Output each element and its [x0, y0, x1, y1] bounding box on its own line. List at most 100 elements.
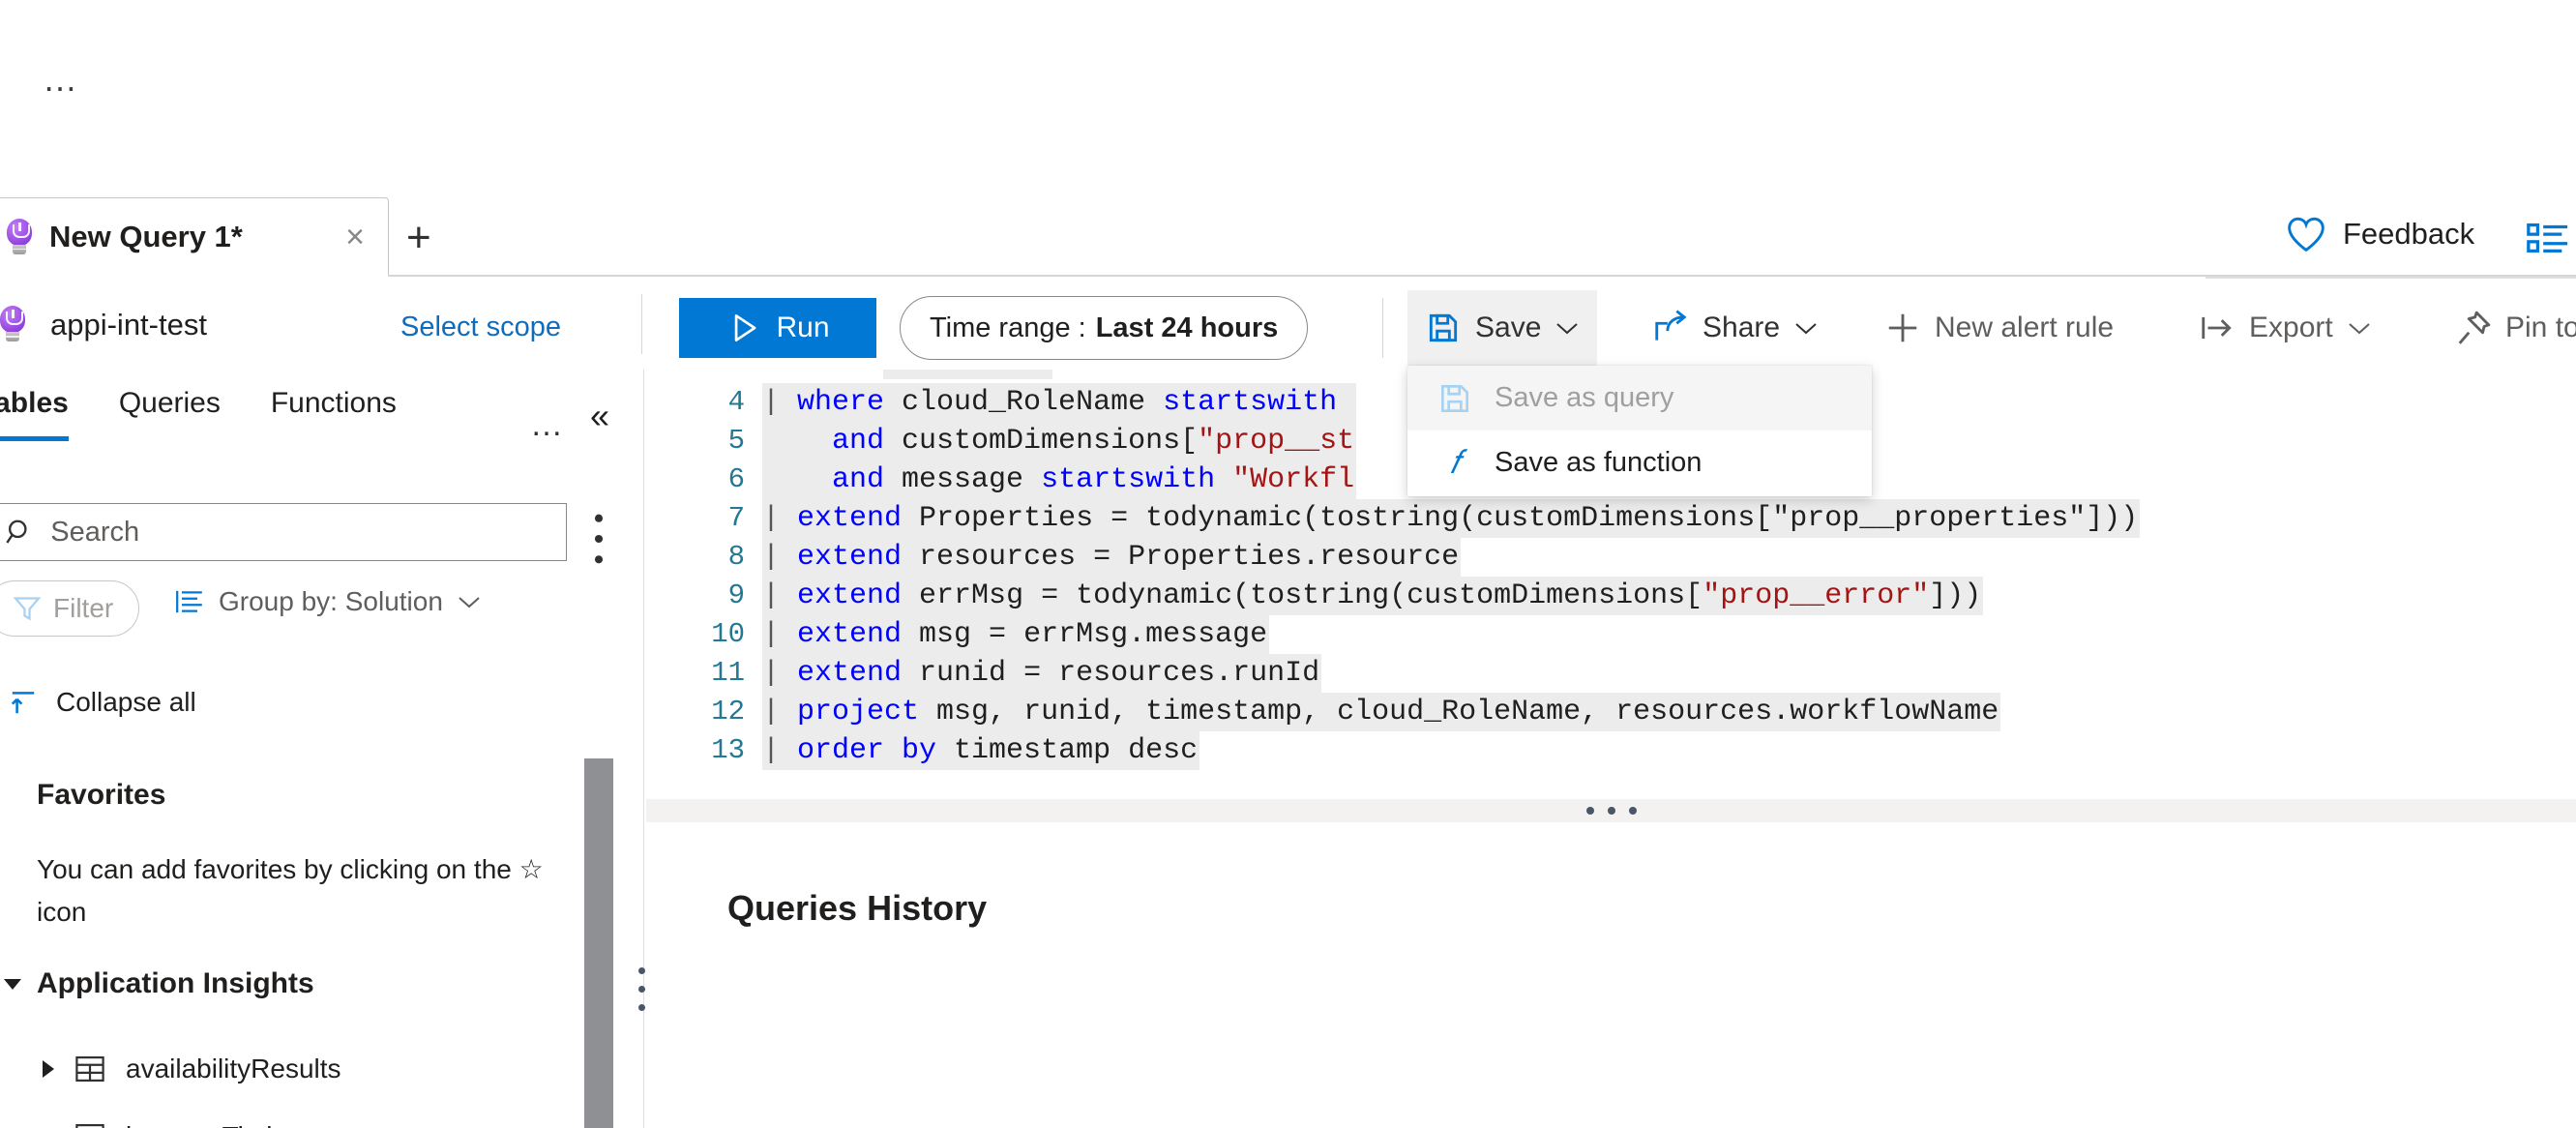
new-alert-rule-label: New alert rule [1935, 312, 2115, 343]
search-box[interactable] [0, 503, 567, 561]
app-insights-bulb-icon [5, 218, 34, 255]
code-text: | project msg, runid, timestamp, cloud_R… [762, 693, 2001, 731]
group-list-icon [176, 590, 202, 613]
function-f-icon: 𝑓 [1449, 444, 1461, 481]
line-number: 5 [727, 425, 745, 457]
left-pane-tab-functions-label: Functions [270, 387, 397, 419]
chevron-down-icon [4, 978, 21, 990]
left-pane-tab-tables[interactable]: Tables [0, 387, 94, 441]
scope-resource-name: appi-int-test [50, 308, 207, 341]
plus-icon [1888, 313, 1917, 342]
left-pane-tab-queries-label: Queries [118, 387, 221, 419]
close-icon[interactable]: × [336, 215, 374, 259]
code-line[interactable]: 12 | project msg, runid, timestamp, cloud… [646, 693, 2001, 731]
feedback-label: Feedback [2343, 217, 2475, 251]
export-button-label: Export [2249, 312, 2333, 343]
overflow-menu-ellipsis[interactable]: … [43, 62, 80, 97]
share-icon [1655, 310, 1687, 341]
menu-item-save-as-query-label: Save as query [1495, 382, 1674, 413]
query-tab-label: New Query 1* [49, 219, 243, 253]
feedback-button[interactable]: Feedback [2285, 215, 2474, 253]
horizontal-splitter-handle[interactable] [646, 799, 2576, 822]
left-pane-tab-functions[interactable]: Functions [246, 387, 422, 420]
code-text: and message startswith "Workfl [762, 460, 1357, 499]
run-button-label: Run [776, 312, 830, 343]
code-text: | extend msg = errMsg.message [762, 615, 1270, 654]
left-pane-tab-tables-label: Tables [0, 387, 69, 419]
code-text: | where cloud_RoleName startswith [762, 383, 1357, 422]
save-button-label: Save [1475, 312, 1542, 343]
query-tab-new-query-1[interactable]: New Query 1* × [0, 197, 389, 277]
export-button[interactable]: Export [2181, 290, 2389, 366]
heart-icon [2288, 217, 2324, 252]
play-icon [735, 313, 756, 342]
collapse-all-icon [11, 692, 35, 714]
line-number: 7 [727, 502, 745, 534]
code-line[interactable]: 10 | extend msg = errMsg.message [646, 615, 1270, 654]
share-button-label: Share [1703, 312, 1781, 343]
pin-to-button-label: Pin to [2505, 312, 2576, 343]
collapse-all-button[interactable]: Collapse all [8, 687, 196, 718]
code-line[interactable]: 13 | order by timestamp desc [646, 731, 1200, 770]
save-button[interactable]: Save [1407, 290, 1598, 366]
table-row[interactable]: browserTimings [43, 1120, 316, 1128]
save-dropdown-menu[interactable]: Save as query 𝑓 Save as function [1407, 366, 1872, 496]
search-input[interactable] [50, 516, 566, 549]
line-number: 8 [727, 541, 745, 573]
code-line[interactable]: 9 | extend errMsg = todynamic(tostring(cu… [646, 577, 1984, 615]
code-line[interactable]: 6 and message startswith "Workfl [646, 460, 1357, 499]
schema-group-application-insights[interactable]: Application Insights [4, 967, 314, 1000]
header-divider [2206, 277, 2576, 279]
code-text: | extend errMsg = todynamic(tostring(cus… [762, 577, 1984, 615]
line-number: 12 [711, 696, 745, 727]
search-more-kebab-icon[interactable] [588, 511, 609, 572]
schema-group-label: Application Insights [37, 967, 314, 999]
chevron-down-icon [2349, 323, 2370, 335]
time-range-value: Last 24 hours [1095, 312, 1279, 343]
filter-button[interactable]: Filter [0, 580, 140, 637]
add-tab-icon[interactable]: + [406, 217, 431, 259]
group-by-dropdown[interactable]: Group by: Solution [174, 586, 482, 617]
vertical-splitter-handle[interactable] [638, 967, 645, 1011]
code-line[interactable]: 8 | extend resources = Properties.resourc… [646, 538, 1462, 577]
chevron-down-icon [1795, 323, 1817, 335]
line-number: 10 [711, 618, 745, 650]
chevron-down-icon [1556, 323, 1579, 335]
table-icon [75, 1123, 104, 1128]
queries-history-title: Queries History [727, 888, 988, 928]
chevron-down-icon [459, 597, 480, 609]
left-pane-tab-queries[interactable]: Queries [94, 387, 246, 420]
toolbar-divider-2 [1382, 298, 1383, 358]
save-disk-icon [1429, 313, 1458, 342]
chevron-right-icon [43, 1060, 54, 1078]
share-button[interactable]: Share [1635, 290, 1836, 366]
list-view-icon[interactable] [2525, 219, 2569, 262]
new-alert-rule-button[interactable]: New alert rule [1867, 290, 2131, 366]
code-line[interactable]: 11 | extend runid = resources.runId [646, 654, 1322, 693]
queries-history-pane: Queries History [646, 822, 2576, 1128]
save-disk-icon [1440, 384, 1469, 412]
code-line[interactable]: 5 and customDimensions["prop__st [646, 422, 1357, 460]
azure-log-analytics-window: … New Query 1* × + appi-int-test Select … [0, 0, 2576, 1128]
search-icon [6, 519, 27, 544]
line-number: 11 [711, 657, 745, 689]
schema-left-pane [0, 370, 644, 1128]
code-line[interactable]: 7 | extend Properties = todynamic(tostrin… [646, 499, 2141, 538]
select-scope-link[interactable]: Select scope [400, 312, 561, 343]
collapse-pane-icon[interactable]: « [590, 399, 609, 433]
favorites-empty-message: You can add favorites by clicking on the… [37, 854, 544, 927]
time-range-picker[interactable]: Time range : Last 24 hours [900, 296, 1309, 360]
menu-item-save-as-function[interactable]: 𝑓 Save as function [1407, 430, 1872, 495]
code-text: and customDimensions["prop__st [762, 422, 1357, 460]
code-line[interactable]: 4 | where cloud_RoleName startswith [646, 383, 1357, 422]
pin-to-button[interactable]: Pin to [2438, 290, 2576, 366]
table-row[interactable]: availabilityResults [43, 1053, 341, 1085]
line-number: 6 [727, 463, 745, 495]
favorites-heading: Favorites [37, 779, 166, 811]
line-number: 9 [727, 579, 745, 611]
run-button[interactable]: Run [679, 298, 876, 358]
left-pane-scrollbar[interactable] [584, 758, 613, 1128]
left-pane-more-icon[interactable]: … [530, 406, 566, 444]
toolbar-divider-1 [641, 294, 642, 354]
table-icon [75, 1055, 104, 1083]
